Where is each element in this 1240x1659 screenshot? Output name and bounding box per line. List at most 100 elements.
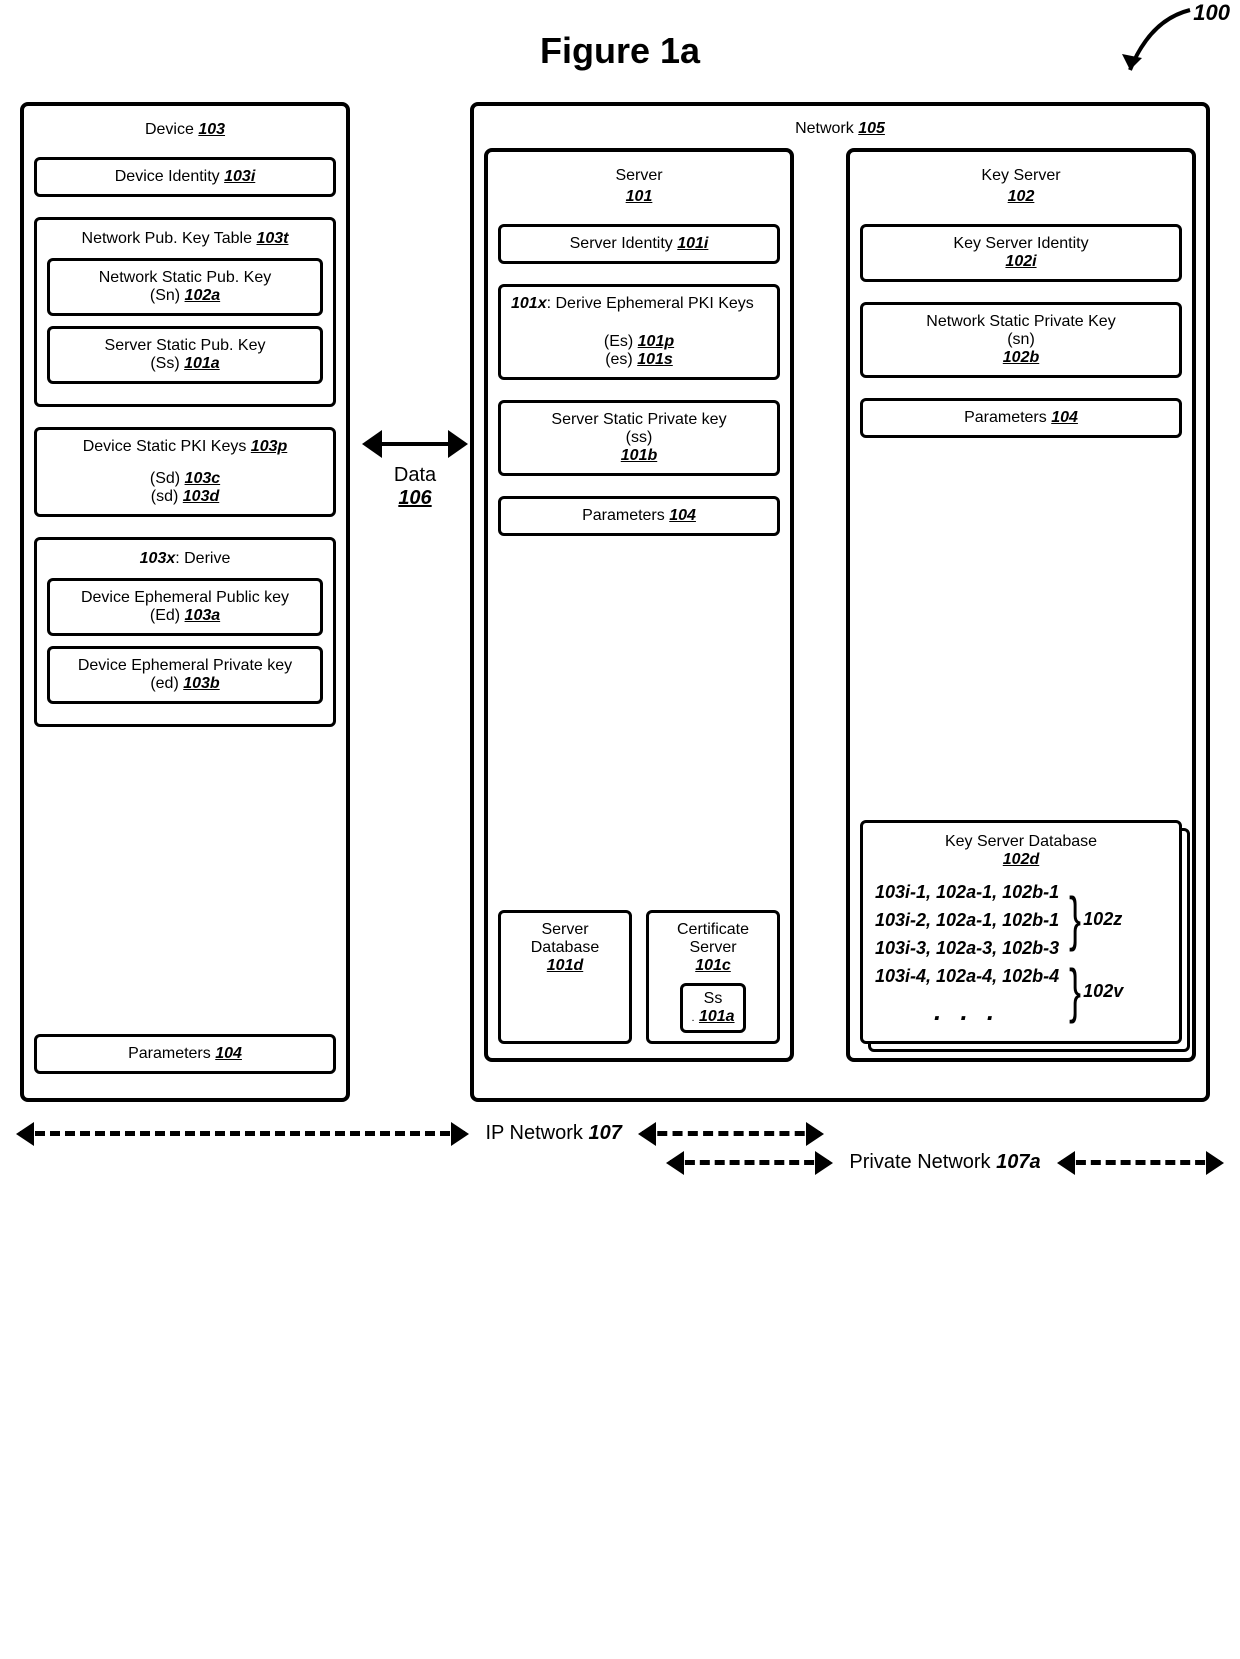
system-ref-arrow: 100 xyxy=(1110,0,1230,95)
server-box: Server 101 Server Identity 101i 101x: De… xyxy=(484,148,794,1062)
srv-pubkey-label: Server Static Pub. Key xyxy=(60,337,310,355)
srv-derive-ref: 101x xyxy=(511,295,547,312)
device-params-label: Parameters xyxy=(128,1045,211,1062)
net-pubkey-ref: 102a xyxy=(185,287,221,304)
data-link: Data 106 xyxy=(360,442,470,510)
device-params-box: Parameters 104 xyxy=(34,1034,336,1074)
device-identity-label: Device Identity xyxy=(115,168,220,185)
static-pki-ref: 103p xyxy=(251,438,287,455)
server-identity-label: Server Identity xyxy=(570,235,673,252)
eph-pub-label: Device Ephemeral Public key xyxy=(60,589,310,607)
ks-db-ref: 102d xyxy=(875,851,1167,869)
group-102v: 102v xyxy=(1083,981,1123,1002)
srv-static-priv-ref: 101b xyxy=(511,447,767,465)
sd-ref: 103d xyxy=(183,488,219,505)
net-pubkey-label: Network Static Pub. Key xyxy=(60,269,310,287)
ks-params-label: Parameters xyxy=(964,409,1047,426)
ks-db-box: Key Server Database 102d 103i-1, 102a-1,… xyxy=(860,820,1182,1044)
ip-net-label: IP Network xyxy=(485,1122,582,1144)
keyserver-ref: 102 xyxy=(860,187,1182,208)
ks-static-priv-sym: (sn) xyxy=(873,331,1169,349)
sd-sym: (sd) xyxy=(151,488,179,505)
ks-db-label: Key Server Database xyxy=(875,833,1167,851)
server-title: Server xyxy=(498,166,780,187)
server-params-label: Parameters xyxy=(582,507,665,524)
system-ref: 100 xyxy=(1193,0,1230,26)
pubkey-table-label: Network Pub. Key Table xyxy=(82,230,252,247)
server-derive-box: 101x: Derive Ephemeral PKI Keys (Es) 101… xyxy=(498,284,780,380)
derive-label: Derive xyxy=(184,550,230,567)
static-pki-label: Device Static PKI Keys xyxy=(83,438,247,455)
server-static-priv-box: Server Static Private key (ss) 101b xyxy=(498,400,780,476)
ks-db-row3: 103i-3, 102a-3, 102b-3 xyxy=(875,935,1059,963)
cert-ref: 101c xyxy=(695,957,731,975)
eph-pub-box: Device Ephemeral Public key (Ed) 103a xyxy=(47,578,323,636)
device-ref: 103 xyxy=(198,121,225,138)
server-identity-box: Server Identity 101i xyxy=(498,224,780,264)
srv-static-priv-sym: (ss) xyxy=(511,429,767,447)
Es-sym: (Es) xyxy=(604,333,633,350)
server-identity-ref: 101i xyxy=(677,235,708,252)
eph-priv-ref: 103b xyxy=(183,675,219,692)
private-network-row: Private Network 107a xyxy=(670,1151,1220,1174)
net-static-pubkey-box: Network Static Pub. Key (Sn) 102a xyxy=(47,258,323,316)
srv-derive-label: Derive Ephemeral PKI Keys xyxy=(555,295,753,312)
pubkey-table-ref: 103t xyxy=(256,230,288,247)
device-box: Device 103 Device Identity 103i Network … xyxy=(20,102,350,1102)
ip-network-row: IP Network 107 xyxy=(20,1122,820,1145)
ks-db-rows: 103i-1, 102a-1, 102b-1 103i-2, 102a-1, 1… xyxy=(875,879,1059,1031)
cert-server-box: Certificate Server 101c Ss . 101a xyxy=(646,910,780,1044)
server-db-box: Server Database 101d xyxy=(498,910,632,1044)
eph-pub-ref: 103a xyxy=(185,607,221,624)
ks-params-ref: 104 xyxy=(1051,409,1078,426)
data-ref: 106 xyxy=(398,487,431,509)
ks-db-ellipsis: . . . xyxy=(875,991,1059,1031)
srv-pubkey-ref: 101a xyxy=(184,355,220,372)
pvt-net-label: Private Network xyxy=(849,1151,990,1173)
server-db-label: Server Database xyxy=(511,921,619,957)
network-ref: 105 xyxy=(858,120,885,138)
eph-priv-sym: (ed) xyxy=(150,675,178,692)
srv-pubkey-sym: (Ss) xyxy=(150,355,179,372)
network-box: Network 105 Server 101 Server Identity 1… xyxy=(470,102,1210,1102)
pubkey-table-box: Network Pub. Key Table 103t Network Stat… xyxy=(34,217,336,407)
cert-nested-ref: 101a xyxy=(699,1008,735,1025)
ks-params-box: Parameters 104 xyxy=(860,398,1182,438)
Sd-sym: (Sd) xyxy=(150,470,180,487)
Es-ref: 101p xyxy=(638,333,674,350)
figure-title: Figure 1a xyxy=(20,30,1220,72)
group-102z: 102z xyxy=(1083,909,1122,930)
device-derive-box: 103x: Derive Device Ephemeral Public key… xyxy=(34,537,336,727)
device-static-pki-box: Device Static PKI Keys 103p (Sd) 103c (s… xyxy=(34,427,336,517)
eph-priv-box: Device Ephemeral Private key (ed) 103b xyxy=(47,646,323,704)
keyserver-box: Key Server 102 Key Server Identity 102i … xyxy=(846,148,1196,1062)
ks-static-priv-label: Network Static Private Key xyxy=(873,313,1169,331)
ks-identity-label: Key Server Identity xyxy=(873,235,1169,253)
pvt-net-ref: 107a xyxy=(996,1151,1041,1173)
cert-nested-box: Ss . 101a xyxy=(680,983,745,1033)
es-sym: (es) xyxy=(605,351,633,368)
ks-db-row1: 103i-1, 102a-1, 102b-1 xyxy=(875,879,1059,907)
server-params-box: Parameters 104 xyxy=(498,496,780,536)
device-identity-ref: 103i xyxy=(224,168,255,185)
brace-group-102v: } 102v xyxy=(1065,970,1123,1012)
device-header: Device 103 xyxy=(34,120,336,141)
server-ref: 101 xyxy=(498,187,780,208)
ip-net-ref: 107 xyxy=(588,1122,621,1144)
eph-pub-sym: (Ed) xyxy=(150,607,180,624)
data-label: Data xyxy=(394,464,436,486)
network-label: Network xyxy=(795,120,854,138)
brace-group-102z: } 102z xyxy=(1065,898,1123,940)
es-ref: 101s xyxy=(637,351,673,368)
ks-identity-box: Key Server Identity 102i xyxy=(860,224,1182,282)
device-identity-box: Device Identity 103i xyxy=(34,157,336,197)
Sd-ref: 103c xyxy=(185,470,221,487)
derive-ref: 103x xyxy=(140,550,176,567)
ks-identity-ref: 102i xyxy=(873,253,1169,271)
ks-db-row4: 103i-4, 102a-4, 102b-4 xyxy=(875,963,1059,991)
srv-static-priv-label: Server Static Private key xyxy=(511,411,767,429)
cert-nested-label: Ss xyxy=(704,990,723,1007)
srv-static-pubkey-box: Server Static Pub. Key (Ss) 101a xyxy=(47,326,323,384)
server-db-ref: 101d xyxy=(511,957,619,975)
cert-label: Certificate Server xyxy=(659,921,767,957)
